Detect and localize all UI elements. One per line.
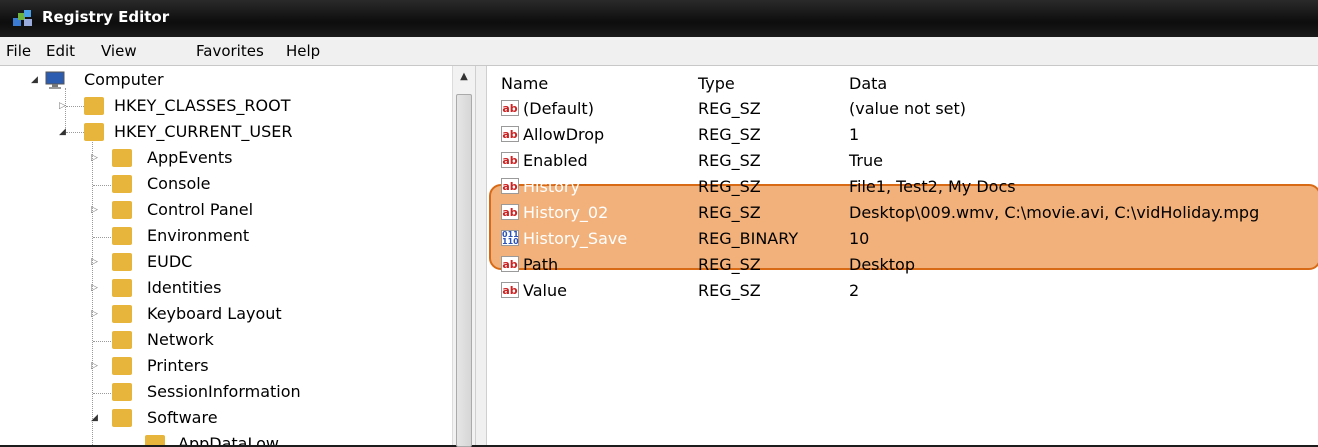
table-row[interactable]: ab AllowDrop REG_SZ 1 — [487, 122, 1318, 148]
expand-arrow-icon[interactable]: ▷ — [59, 100, 69, 112]
computer-icon — [45, 71, 65, 89]
value-data: (value not set) — [849, 99, 967, 118]
expand-arrow-icon[interactable]: ▷ — [91, 360, 101, 372]
folder-icon — [112, 253, 132, 271]
value-data: Desktop\009.wmv, C:\movie.avi, C:\vidHol… — [849, 203, 1260, 222]
folder-icon — [112, 305, 132, 323]
string-value-icon: ab — [501, 282, 519, 298]
tree-label: Control Panel — [147, 200, 254, 219]
value-name: AllowDrop — [523, 125, 605, 144]
folder-icon — [84, 97, 104, 115]
value-name: History_Save — [523, 229, 628, 248]
tree-label: HKEY_CLASSES_ROOT — [114, 96, 291, 115]
string-value-icon: ab — [501, 204, 519, 220]
folder-icon — [84, 123, 104, 141]
expand-arrow-icon[interactable]: ▷ — [91, 204, 101, 216]
scroll-up-arrow-icon[interactable]: ▲ — [453, 66, 475, 88]
string-value-icon: ab — [501, 100, 519, 116]
value-data: 10 — [849, 229, 870, 248]
value-name: Path — [523, 255, 559, 274]
table-row[interactable]: ab History_02 REG_SZ Desktop\009.wmv, C:\mo… — [487, 200, 1318, 226]
string-value-icon: ab — [501, 152, 519, 168]
menu-bar: File Edit View Favorites Help — [0, 37, 1318, 66]
value-type: REG_BINARY — [698, 229, 799, 248]
registry-editor-icon — [13, 10, 32, 26]
tree-label: Network — [147, 330, 214, 349]
column-header-type[interactable]: Type — [698, 74, 735, 93]
tree-label: HKEY_CURRENT_USER — [114, 122, 293, 141]
value-data: Desktop — [849, 255, 915, 274]
string-value-icon: ab — [501, 178, 519, 194]
value-data: 2 — [849, 281, 860, 300]
table-row[interactable]: 011 110 History_Save REG_BINARY 10 — [487, 226, 1318, 252]
folder-icon — [112, 383, 132, 401]
table-row[interactable]: ab History REG_SZ File1, Test2, My Docs — [487, 174, 1318, 200]
expand-arrow-icon[interactable]: ▷ — [91, 256, 101, 268]
value-type: REG_SZ — [698, 99, 761, 118]
menu-edit[interactable]: Edit — [46, 42, 75, 60]
value-name: History — [523, 177, 580, 196]
values-pane: Name Type Data ab (Default) REG_SZ (value n… — [487, 66, 1318, 445]
column-header-name[interactable]: Name — [501, 74, 548, 93]
collapse-arrow-icon[interactable]: ◢ — [91, 412, 101, 424]
menu-help[interactable]: Help — [286, 42, 320, 60]
value-type: REG_SZ — [698, 281, 761, 300]
tree-scrollbar[interactable]: ▲ — [452, 66, 475, 447]
table-row[interactable]: ab Path REG_SZ Desktop — [487, 252, 1318, 278]
pane-splitter[interactable] — [475, 66, 487, 445]
expand-arrow-icon[interactable]: ▷ — [91, 152, 101, 164]
value-name: Enabled — [523, 151, 588, 170]
title-bar: Registry Editor — [0, 0, 1318, 37]
menu-file[interactable]: File — [6, 42, 31, 60]
string-value-icon: ab — [501, 126, 519, 142]
window-title: Registry Editor — [42, 8, 170, 26]
value-type: REG_SZ — [698, 203, 761, 222]
value-type: REG_SZ — [698, 177, 761, 196]
value-data: True — [849, 151, 883, 170]
folder-icon — [112, 331, 132, 349]
collapse-arrow-icon[interactable]: ◢ — [59, 126, 69, 138]
collapse-arrow-icon[interactable]: ◢ — [31, 74, 41, 86]
column-header-data[interactable]: Data — [849, 74, 887, 93]
registry-tree: ◢ Computer ▷ HKEY_CLASSES_ROOT ◢ HKEY_CU… — [0, 66, 452, 445]
tree-label: SessionInformation — [147, 382, 301, 401]
folder-icon — [145, 435, 165, 445]
tree-label: Software — [147, 408, 218, 427]
expand-arrow-icon[interactable]: ▷ — [91, 282, 101, 294]
folder-icon — [112, 409, 132, 427]
value-name: History_02 — [523, 203, 609, 222]
tree-label: Keyboard Layout — [147, 304, 282, 323]
value-data: 1 — [849, 125, 860, 144]
menu-view[interactable]: View — [101, 42, 137, 60]
tree-label: Environment — [147, 226, 250, 245]
value-name: (Default) — [523, 99, 594, 118]
tree-label: Printers — [147, 356, 209, 375]
value-type: REG_SZ — [698, 125, 761, 144]
folder-icon — [112, 227, 132, 245]
value-name: Value — [523, 281, 567, 300]
tree-label: AppEvents — [147, 148, 233, 167]
tree-label: Identities — [147, 278, 222, 297]
folder-icon — [112, 279, 132, 297]
table-row[interactable]: ab Value REG_SZ 2 — [487, 278, 1318, 304]
tree-label: EUDC — [147, 252, 193, 271]
tree-label: Console — [147, 174, 211, 193]
folder-icon — [112, 175, 132, 193]
tree-label: Computer — [84, 70, 164, 89]
value-type: REG_SZ — [698, 151, 761, 170]
table-row[interactable]: ab Enabled REG_SZ True — [487, 148, 1318, 174]
folder-icon — [112, 201, 132, 219]
expand-arrow-icon[interactable]: ▷ — [91, 308, 101, 320]
string-value-icon: ab — [501, 256, 519, 272]
menu-favorites[interactable]: Favorites — [196, 42, 264, 60]
folder-icon — [112, 357, 132, 375]
value-data: File1, Test2, My Docs — [849, 177, 1016, 196]
tree-label: AppDataLow — [178, 434, 279, 445]
binary-value-icon: 011 110 — [501, 230, 519, 246]
scroll-thumb[interactable] — [456, 94, 472, 447]
value-type: REG_SZ — [698, 255, 761, 274]
folder-icon — [112, 149, 132, 167]
table-row[interactable]: ab (Default) REG_SZ (value not set) — [487, 96, 1318, 122]
